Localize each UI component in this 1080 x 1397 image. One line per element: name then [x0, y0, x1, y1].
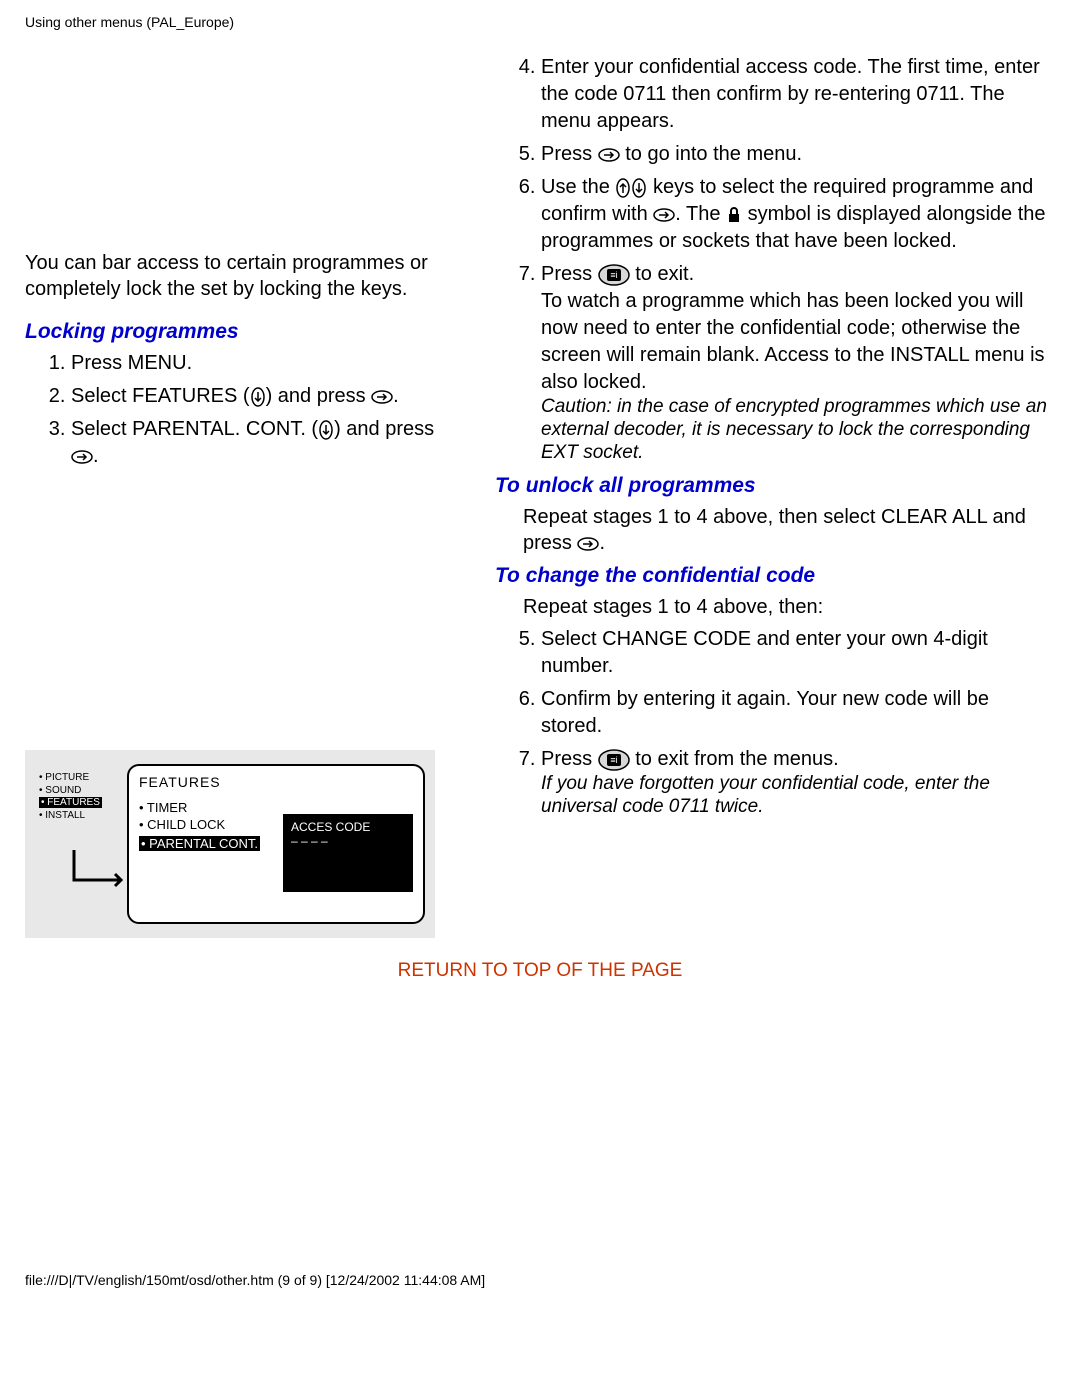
right-column: Enter your confidential access code. The…: [495, 50, 1055, 938]
step-2: Select FEATURES () and press .: [71, 383, 455, 410]
locking-steps-right: Enter your confidential access code. The…: [495, 54, 1055, 464]
tv-sidebar: • PICTURE • SOUND • FEATURES • INSTALL: [39, 772, 102, 822]
tv-main-title: FEATURES: [139, 774, 413, 790]
page-header: Using other menus (PAL_Europe): [25, 14, 1055, 30]
right-oval-icon: [577, 536, 599, 552]
tv-popup-title: ACCES CODE: [291, 820, 405, 834]
tv-sidebar-item: • SOUND: [39, 785, 102, 798]
connector-arrow-icon: [69, 850, 129, 900]
unlock-paragraph: Repeat stages 1 to 4 above, then select …: [523, 504, 1055, 556]
exit-button-icon: ≡i: [598, 749, 630, 771]
right-oval-icon: [71, 449, 93, 465]
forgotten-code-note: If you have forgotten your confidential …: [541, 773, 1055, 819]
down-oval-icon: [250, 387, 266, 407]
change-step-7: Press ≡i to exit from the menus. If you …: [541, 746, 1055, 819]
intro-text: You can bar access to certain programmes…: [25, 250, 455, 302]
tv-menu-diagram: • PICTURE • SOUND • FEATURES • INSTALL F…: [25, 750, 435, 938]
left-column: You can bar access to certain programmes…: [25, 50, 455, 938]
change-code-intro: Repeat stages 1 to 4 above, then:: [523, 594, 1055, 620]
up-oval-icon: [615, 178, 631, 198]
step-1: Press MENU.: [71, 350, 455, 377]
unlock-title: To unlock all programmes: [495, 474, 1055, 498]
down-oval-icon: [631, 178, 647, 198]
step-6: Use the keys to select the required prog…: [541, 174, 1055, 255]
tv-popup-value: – – – –: [291, 834, 405, 848]
change-code-steps: Select CHANGE CODE and enter your own 4-…: [495, 626, 1055, 819]
change-step-6: Confirm by entering it again. Your new c…: [541, 686, 1055, 740]
step-5: Press to go into the menu.: [541, 141, 1055, 168]
tv-popup: ACCES CODE – – – –: [283, 814, 413, 892]
step-3: Select PARENTAL. CONT. () and press .: [71, 416, 455, 470]
step-4: Enter your confidential access code. The…: [541, 54, 1055, 135]
lock-icon: [726, 206, 742, 224]
right-oval-icon: [371, 389, 393, 405]
tv-main-panel: FEATURES • TIMER • CHILD LOCK • PARENTAL…: [127, 764, 425, 924]
page-footer: file:///D|/TV/english/150mt/osd/other.ht…: [25, 1272, 1055, 1288]
svg-text:≡i: ≡i: [610, 755, 617, 765]
caution-note: Caution: in the case of encrypted progra…: [541, 396, 1055, 464]
page: Using other menus (PAL_Europe) You can b…: [0, 0, 1080, 1308]
down-oval-icon: [318, 420, 334, 440]
tv-menu-item: • TIMER: [139, 800, 413, 815]
return-to-top-link[interactable]: RETURN TO TOP OF THE PAGE: [25, 960, 1055, 982]
change-step-5: Select CHANGE CODE and enter your own 4-…: [541, 626, 1055, 680]
tv-sidebar-item: • FEATURES: [39, 797, 102, 810]
content-columns: You can bar access to certain programmes…: [25, 50, 1055, 938]
locking-steps-left: Press MENU. Select FEATURES () and press…: [25, 350, 455, 470]
tv-sidebar-item: • PICTURE: [39, 772, 102, 785]
svg-text:≡i: ≡i: [610, 270, 617, 280]
step-7: Press ≡i to exit. To watch a programme w…: [541, 261, 1055, 464]
right-oval-icon: [598, 147, 620, 163]
right-oval-icon: [653, 207, 675, 223]
exit-button-icon: ≡i: [598, 264, 630, 286]
tv-sidebar-item: • INSTALL: [39, 810, 102, 823]
locking-title: Locking programmes: [25, 320, 455, 344]
change-code-title: To change the confidential code: [495, 564, 1055, 588]
